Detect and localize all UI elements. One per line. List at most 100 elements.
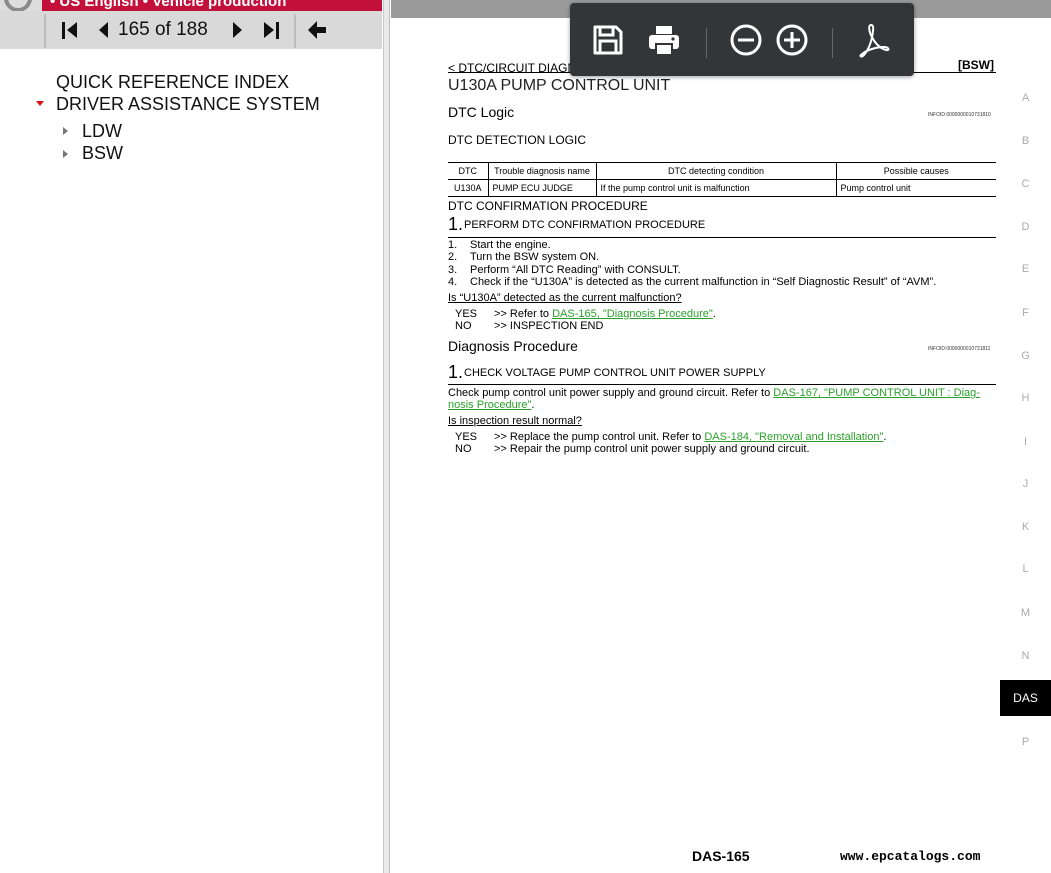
section-heading: DTC Logic: [448, 104, 515, 120]
page-indicator: 165 of 188: [118, 19, 208, 40]
index-tab-p[interactable]: P: [1000, 736, 1051, 748]
question: Is “U130A” detected as the current malfu…: [448, 292, 682, 304]
watermark: www.epcatalogs.com: [840, 849, 981, 864]
toolbar-grip: [44, 14, 46, 48]
tree-item-quick-reference-index[interactable]: QUICK REFERENCE INDEX: [56, 72, 289, 93]
section-tag: [BSW]: [958, 58, 994, 72]
banner-text: • US English • Vehicle production: [50, 0, 287, 10]
yes-label: YES: [455, 308, 478, 320]
index-tab-das[interactable]: DAS: [1000, 680, 1051, 716]
pump-control-unit-link-cont[interactable]: nosis Procedure": [448, 399, 531, 411]
pump-control-unit-link[interactable]: DAS-167, "PUMP CONTROL UNIT : Diag-: [773, 387, 980, 399]
acrobat-icon: [859, 24, 890, 58]
save-button[interactable]: [590, 22, 626, 58]
first-page-icon: [61, 21, 77, 39]
table-header-cell: DTC detecting condition: [596, 162, 837, 180]
print-button[interactable]: [646, 22, 682, 58]
table-header-row: DTC Trouble diagnosis name DTC detecting…: [448, 162, 996, 180]
index-tab-h[interactable]: H: [1000, 392, 1051, 404]
toolbar-separator: [832, 28, 833, 58]
index-tab-c[interactable]: C: [1000, 178, 1051, 190]
expanded-caret-icon[interactable]: [36, 101, 44, 106]
step-rule: [448, 237, 996, 238]
no-action: >> Repair the pump control unit power su…: [494, 443, 810, 455]
zoom-out-button[interactable]: [728, 22, 764, 58]
index-tab-l[interactable]: L: [1000, 563, 1051, 575]
check-instruction-cont: nosis Procedure".: [448, 399, 535, 411]
yes-action-text: >> Replace the pump control unit. Refer …: [494, 431, 702, 443]
step-item-text: Check if the “U130A” is detected as the …: [470, 276, 937, 288]
next-page-button[interactable]: [228, 17, 246, 43]
pdf-toolbar: [570, 3, 914, 76]
pane-splitter[interactable]: [384, 0, 390, 873]
yes-action: >> Replace the pump control unit. Refer …: [494, 431, 887, 443]
table-cell: U130A: [448, 179, 489, 197]
step-number: 1.: [448, 362, 464, 382]
check-instruction: Check pump control unit power supply and…: [448, 387, 980, 399]
next-page-icon: [232, 22, 242, 38]
tree-item-bsw[interactable]: BSW: [82, 143, 123, 164]
page-title: U130A PUMP CONTROL UNIT: [448, 77, 671, 94]
back-button[interactable]: [306, 17, 328, 43]
banner: • US English • Vehicle production: [42, 0, 382, 11]
yes-action: >> Refer to DAS-165, "Diagnosis Procedur…: [494, 308, 716, 320]
index-tab-f[interactable]: F: [1000, 307, 1051, 319]
info-id: INFOID:0000000010731811: [928, 346, 991, 352]
step-title: PERFORM DTC CONFIRMATION PROCEDURE: [464, 219, 706, 231]
index-tab-b[interactable]: B: [1000, 135, 1051, 147]
index-tab-i[interactable]: I: [1000, 436, 1051, 448]
collapsed-caret-icon[interactable]: [63, 127, 68, 135]
index-tab-j[interactable]: J: [1000, 478, 1051, 490]
collapsed-caret-icon[interactable]: [63, 150, 68, 158]
table-header-cell: DTC: [448, 162, 489, 180]
first-page-button[interactable]: [58, 17, 80, 43]
page-number: DAS-165: [692, 848, 750, 864]
step-item-number: 2.: [448, 251, 458, 263]
question: Is inspection result normal?: [448, 415, 582, 427]
navigation-pane: • US English • Vehicle production 165 of…: [0, 0, 384, 873]
step-item-number: 4.: [448, 276, 458, 288]
index-tab-e[interactable]: E: [1000, 263, 1051, 275]
tree-item-driver-assistance-system[interactable]: DRIVER ASSISTANCE SYSTEM: [56, 94, 320, 115]
removal-installation-link[interactable]: DAS-184, "Removal and Installation": [704, 431, 883, 443]
table-cell: PUMP ECU JUDGE: [488, 179, 597, 197]
prev-page-icon: [98, 22, 108, 38]
subsection-heading: DTC CONFIRMATION PROCEDURE: [448, 199, 648, 213]
prev-page-button[interactable]: [94, 17, 112, 43]
zoom-in-icon: [776, 24, 808, 56]
step-item-text: Start the engine.: [470, 239, 551, 251]
no-label: NO: [455, 320, 472, 332]
toolbar-grip: [294, 14, 296, 48]
last-page-icon: [263, 21, 279, 39]
step-item-text: Perform “All DTC Reading” with CONSULT.: [470, 264, 681, 276]
diagnosis-procedure-link[interactable]: DAS-165, "Diagnosis Procedure": [552, 308, 713, 320]
table-cell: Pump control unit: [836, 179, 996, 197]
step-rule: [448, 384, 996, 385]
tree-item-ldw[interactable]: LDW: [82, 121, 122, 142]
print-icon: [649, 26, 679, 56]
zoom-in-button[interactable]: [774, 22, 810, 58]
index-tab-n[interactable]: N: [1000, 650, 1051, 662]
info-id: INFOID:0000000010731810: [928, 112, 991, 118]
index-tab-k[interactable]: K: [1000, 521, 1051, 533]
index-tab-d[interactable]: D: [1000, 221, 1051, 233]
toolbar-separator: [706, 28, 707, 58]
index-tab-m[interactable]: M: [1000, 607, 1051, 619]
last-page-button[interactable]: [260, 17, 282, 43]
yes-label: YES: [455, 431, 478, 443]
index-tab-a[interactable]: A: [1000, 92, 1051, 104]
step-item-text: Turn the BSW system ON.: [470, 251, 600, 263]
step-title: CHECK VOLTAGE PUMP CONTROL UNIT POWER SU…: [464, 367, 766, 379]
save-icon: [593, 25, 623, 55]
table-header-cell: Trouble diagnosis name: [488, 162, 597, 180]
page-navigation-bar: 165 of 188: [0, 11, 382, 49]
check-text: Check pump control unit power supply and…: [448, 387, 771, 399]
dtc-table: DTC Trouble diagnosis name DTC detecting…: [448, 162, 996, 197]
step-number: 1.: [448, 214, 464, 234]
step-item-number: 3.: [448, 264, 458, 276]
zoom-out-icon: [730, 24, 762, 56]
index-tab-g[interactable]: G: [1000, 350, 1051, 362]
table-cell: If the pump control unit is malfunction: [596, 179, 837, 197]
yes-action-text: >> Refer to: [494, 308, 550, 320]
open-in-acrobat-button[interactable]: [856, 22, 892, 58]
